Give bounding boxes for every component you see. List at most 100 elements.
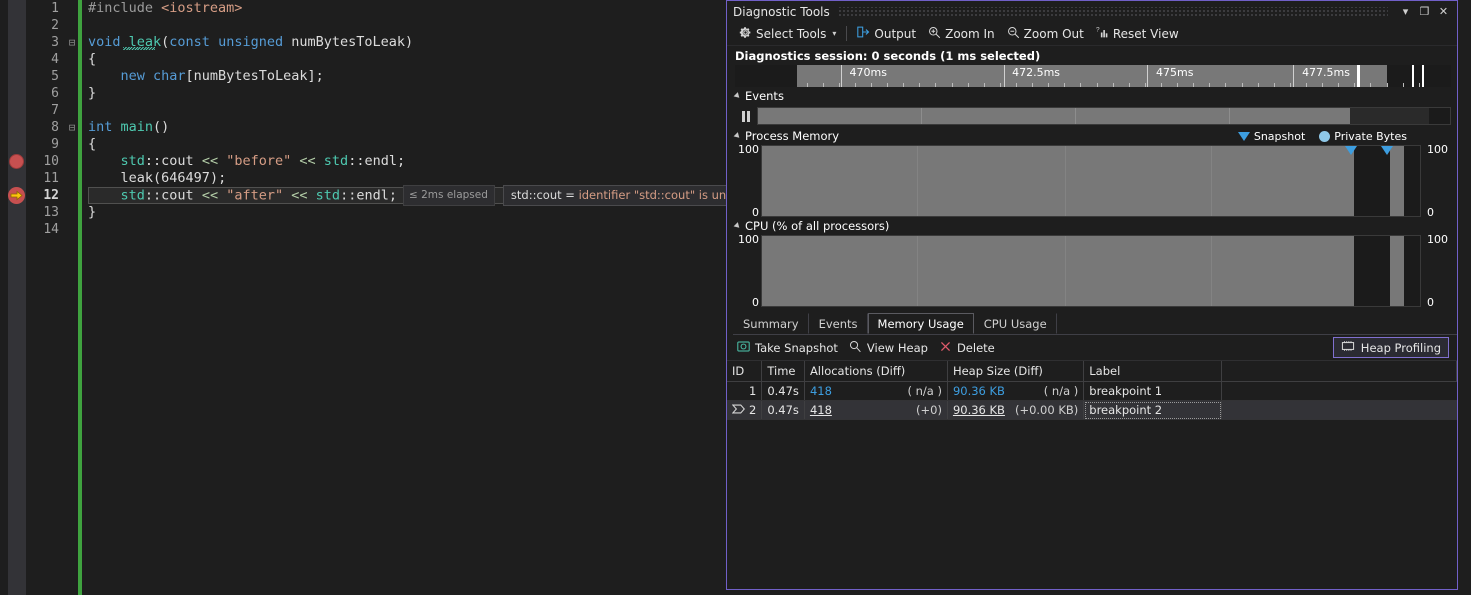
- code-text-area[interactable]: 1 #include <iostream> 2 3 ⊟ void leak(const u…: [26, 0, 778, 595]
- chevron-down-icon[interactable]: ▾: [1396, 3, 1415, 20]
- code-line[interactable]: 8 ⊟ int main(): [26, 119, 726, 136]
- token: #include: [88, 0, 162, 16]
- code-line[interactable]: 14: [26, 221, 726, 238]
- code-line[interactable]: 7: [26, 102, 726, 119]
- code-tokens: {: [78, 136, 726, 153]
- maximize-icon[interactable]: ❐: [1415, 3, 1434, 20]
- heap-profiling-label: Heap Profiling: [1360, 340, 1441, 355]
- ruler-major-tick: [1147, 65, 1149, 87]
- cell-label[interactable]: breakpoint 2: [1083, 400, 1223, 420]
- line-number: 12: [43, 188, 59, 203]
- zoom-out-button[interactable]: Zoom Out: [1001, 23, 1090, 45]
- close-icon[interactable]: ✕: [1434, 3, 1453, 20]
- output-button[interactable]: Output: [851, 23, 922, 45]
- token: ::cout: [144, 153, 202, 169]
- column-header[interactable]: Allocations (Diff): [804, 361, 948, 382]
- heap-size-value[interactable]: 90.36 KB: [953, 403, 1005, 417]
- code-line[interactable]: 13}: [26, 204, 726, 221]
- line-number: 11: [43, 171, 59, 186]
- code-line[interactable]: 1 #include <iostream>: [26, 0, 726, 17]
- heap-size-value[interactable]: 90.36 KB: [953, 384, 1005, 398]
- select-tools-button[interactable]: Select Tools ▾: [733, 23, 842, 45]
- view-heap-button[interactable]: View Heap: [847, 340, 937, 356]
- allocations-value[interactable]: 418: [810, 384, 832, 398]
- camera-icon: [737, 340, 750, 356]
- code-tokens: new char[numBytesToLeak];: [78, 68, 726, 85]
- breakpoint-icon[interactable]: [9, 154, 24, 169]
- tab-summary[interactable]: Summary: [733, 313, 809, 334]
- zoom-in-button[interactable]: Zoom In: [922, 23, 1001, 45]
- code-line[interactable]: 5 new char[numBytesToLeak];: [26, 68, 726, 85]
- cell-label[interactable]: breakpoint 1: [1083, 381, 1223, 401]
- memory-axis-right: 100 0: [1421, 143, 1451, 219]
- token: std: [120, 187, 145, 204]
- code-line[interactable]: 4{: [26, 51, 726, 68]
- breakpoint-margin[interactable]: [8, 0, 26, 595]
- cpu-graph-row: 100 0 100 0: [727, 233, 1457, 309]
- code-line[interactable]: 2: [26, 17, 726, 34]
- heap-profiling-toggle[interactable]: Heap Profiling: [1332, 337, 1449, 358]
- column-header[interactable]: Heap Size (Diff): [947, 361, 1085, 382]
- column-header[interactable]: ID: [727, 361, 763, 382]
- line-number: 13: [43, 205, 59, 220]
- tab-cpu-usage[interactable]: CPU Usage: [974, 313, 1057, 334]
- memory-gridline: [1210, 146, 1212, 216]
- column-header[interactable]: Label: [1083, 361, 1223, 382]
- code-editor[interactable]: 1 #include <iostream> 2 3 ⊟ void leak(const u…: [0, 0, 778, 595]
- heap-size-diff: (+0.00 KB): [1014, 403, 1079, 417]
- table-row[interactable]: 1 0.47s 418 ( n/a ) 90.36 KB ( n/a ) breakpoin…: [727, 381, 1457, 401]
- tab-events[interactable]: Events: [809, 313, 868, 334]
- code-line[interactable]: 10 std::cout << "before" << std::endl;: [26, 153, 726, 170]
- tab-memory-usage[interactable]: Memory Usage: [867, 313, 974, 334]
- cpu-section-header[interactable]: CPU (% of all processors): [727, 217, 1457, 235]
- column-header[interactable]: Time: [761, 361, 805, 382]
- cpu-graph[interactable]: [761, 235, 1421, 307]
- fold-toggle-icon[interactable]: ⊟: [66, 119, 78, 136]
- diagnostic-tabstrip: Summary Events Memory Usage CPU Usage: [733, 313, 1457, 335]
- process-memory-graph[interactable]: [761, 145, 1421, 217]
- take-snapshot-button[interactable]: Take Snapshot: [735, 340, 847, 356]
- cell-allocations[interactable]: 418 (+0): [804, 400, 948, 420]
- token: <<: [291, 187, 308, 204]
- token: <<: [201, 187, 219, 204]
- code-line[interactable]: 12 std::cout << "after" << std::endl; ≤ 2…: [26, 185, 778, 206]
- reset-view-button[interactable]: ? Reset View: [1090, 23, 1185, 45]
- cell-heap-size[interactable]: 90.36 KB ( n/a ): [947, 381, 1085, 401]
- fold-toggle-icon[interactable]: ⊟: [66, 34, 78, 51]
- ruler-tick-label: 477.5ms: [1302, 66, 1350, 79]
- code-tokens: }: [78, 85, 726, 102]
- snapshot-id: 2: [749, 403, 757, 417]
- memory-gridline: [1064, 146, 1066, 216]
- table-row[interactable]: 2 0.47s 418 (+0) 90.36 KB (+0.00 KB) breakpoin…: [727, 400, 1457, 420]
- events-section-header[interactable]: Events: [727, 87, 1457, 105]
- process-memory-section-header[interactable]: Process Memory Snapshot Private Bytes: [727, 127, 1457, 145]
- token: "before": [226, 153, 292, 169]
- token: int: [88, 119, 121, 135]
- cell-allocations[interactable]: 418 ( n/a ): [804, 381, 948, 401]
- events-selected-region: [1350, 108, 1430, 124]
- cell-heap-size[interactable]: 90.36 KB (+0.00 KB): [947, 400, 1085, 420]
- chevron-down-icon: ▾: [832, 29, 837, 38]
- events-track[interactable]: [757, 107, 1451, 125]
- cell-time: 0.47s: [761, 381, 805, 401]
- timeline-ruler[interactable]: 470ms 472.5ms 475ms 477.5ms: [735, 65, 1451, 87]
- allocations-value[interactable]: 418: [810, 403, 832, 417]
- line-number: 9: [51, 137, 59, 152]
- code-line[interactable]: 3 ⊟ void leak(const unsigned numBytesToLea…: [26, 34, 726, 51]
- memory-axis-max-right: 100: [1427, 143, 1448, 156]
- ruler-major-tick: [1003, 65, 1005, 87]
- titlebar-drag-handle[interactable]: [837, 7, 1388, 16]
- select-tools-label: Select Tools: [756, 26, 827, 41]
- code-line[interactable]: 6}: [26, 85, 726, 102]
- line-number: 2: [51, 18, 59, 33]
- cell-time: 0.47s: [761, 400, 805, 420]
- column-header[interactable]: [1221, 361, 1457, 382]
- elapsed-time-tooltip: ≤ 2ms elapsed: [402, 185, 495, 206]
- cell-spacer: [1221, 400, 1457, 420]
- code-line[interactable]: 9{: [26, 136, 726, 153]
- visual-studio-debug-window: 1 #include <iostream> 2 3 ⊟ void leak(const u…: [0, 0, 1471, 595]
- pause-icon[interactable]: [735, 110, 757, 122]
- delete-button[interactable]: Delete: [937, 340, 1004, 356]
- snapshot-marker-3: [1422, 65, 1425, 87]
- code-tokens: {: [78, 51, 726, 68]
